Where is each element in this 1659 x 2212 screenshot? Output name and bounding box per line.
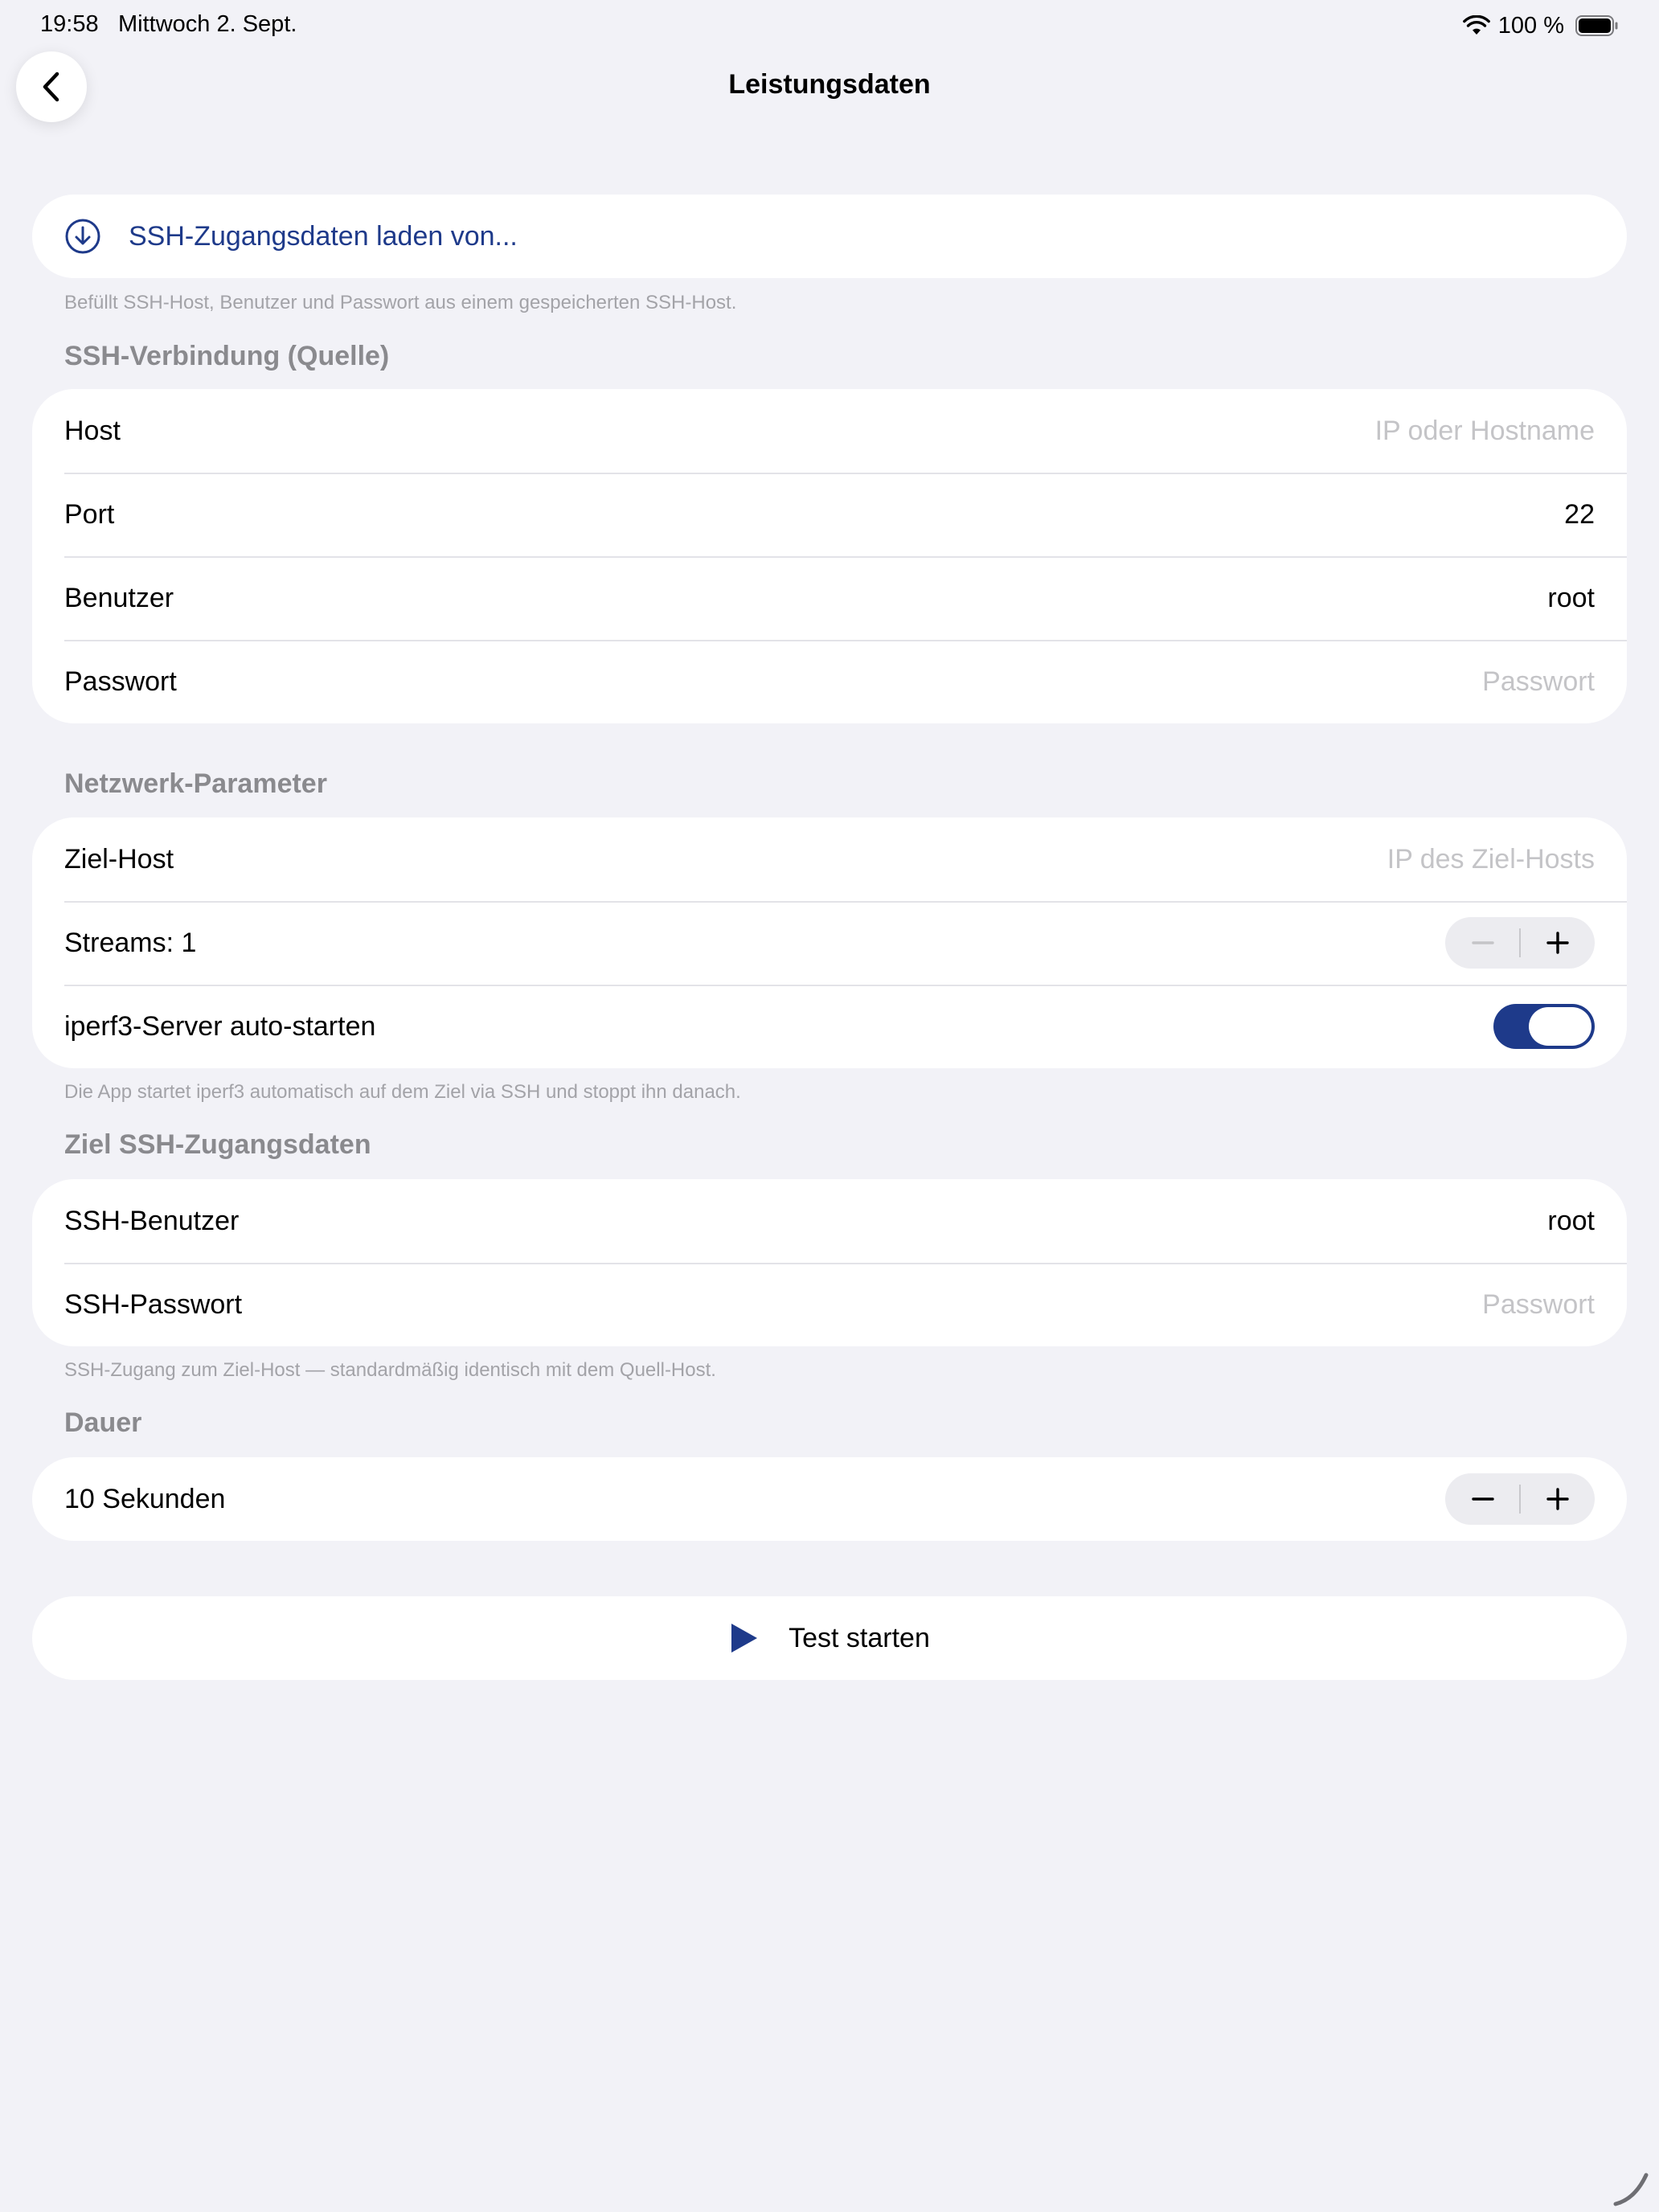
section-header-duration: Dauer	[64, 1407, 142, 1438]
duration-decrement-button[interactable]	[1445, 1473, 1520, 1525]
status-time: 19:58	[40, 11, 99, 37]
duration-card: 10 Sekunden	[32, 1457, 1627, 1541]
toggle-knob	[1529, 1007, 1591, 1046]
streams-decrement-button[interactable]	[1445, 917, 1520, 969]
network-footnote: Die App startet iperf3 automatisch auf d…	[64, 1081, 741, 1103]
streams-stepper[interactable]	[1445, 917, 1595, 969]
wifi-icon	[1462, 15, 1490, 35]
host-input[interactable]: IP oder Hostname	[1375, 416, 1595, 447]
stepper-divider	[1519, 1485, 1521, 1514]
plus-icon	[1546, 932, 1569, 954]
duration-row: 10 Sekunden	[32, 1457, 1627, 1541]
target-host-row[interactable]: Ziel-Host IP des Ziel-Hosts	[32, 817, 1627, 901]
password-input[interactable]: Passwort	[1482, 666, 1595, 698]
password-row[interactable]: Passwort Passwort	[32, 640, 1627, 723]
battery-percent: 100 %	[1497, 12, 1564, 39]
autostart-label: iperf3-Server auto-starten	[64, 1010, 376, 1042]
user-row[interactable]: Benutzer root	[32, 556, 1627, 640]
ssh-user-row[interactable]: SSH-Benutzer root	[32, 1179, 1627, 1263]
streams-row: Streams: 1	[32, 901, 1627, 985]
target-host-label: Ziel-Host	[64, 843, 174, 875]
password-label: Passwort	[64, 666, 177, 697]
resize-grip-icon[interactable]	[1611, 2167, 1653, 2209]
page: 19:58 Mittwoch 2. Sept. 100 % Leistungsd…	[0, 0, 1659, 2212]
section-header-network: Netzwerk-Parameter	[64, 768, 327, 799]
load-credentials-button[interactable]: SSH-Zugangsdaten laden von...	[32, 195, 1627, 278]
play-icon	[731, 1624, 758, 1653]
streams-increment-button[interactable]	[1520, 917, 1595, 969]
ssh-user-input[interactable]: root	[1547, 1206, 1595, 1237]
start-test-button[interactable]: Test starten	[32, 1596, 1627, 1680]
ssh-password-row[interactable]: SSH-Passwort Passwort	[32, 1263, 1627, 1346]
ssh-source-card: Host IP oder Hostname Port 22 Benutzer r…	[32, 389, 1627, 723]
target-ssh-card: SSH-Benutzer root SSH-Passwort Passwort	[32, 1179, 1627, 1346]
port-input[interactable]: 22	[1564, 499, 1595, 530]
minus-icon	[1471, 941, 1494, 944]
autostart-row: iperf3-Server auto-starten	[32, 985, 1627, 1068]
status-date: Mittwoch 2. Sept.	[118, 11, 297, 37]
duration-label: 10 Sekunden	[64, 1483, 226, 1514]
download-circle-icon	[65, 219, 100, 254]
ssh-user-label: SSH-Benutzer	[64, 1205, 240, 1236]
status-bar: 19:58 Mittwoch 2. Sept. 100 %	[0, 0, 1659, 51]
battery-icon	[1575, 15, 1618, 36]
page-title: Leistungsdaten	[728, 69, 931, 100]
duration-stepper[interactable]	[1445, 1473, 1595, 1525]
ssh-password-label: SSH-Passwort	[64, 1288, 243, 1320]
ssh-password-input[interactable]: Passwort	[1482, 1289, 1595, 1321]
host-label: Host	[64, 415, 121, 446]
network-card: Ziel-Host IP des Ziel-Hosts Streams: 1 i…	[32, 817, 1627, 1068]
section-header-ssh-source: SSH-Verbindung (Quelle)	[64, 341, 390, 371]
port-row[interactable]: Port 22	[32, 473, 1627, 556]
user-input[interactable]: root	[1547, 583, 1595, 614]
duration-increment-button[interactable]	[1520, 1473, 1595, 1525]
minus-icon	[1471, 1497, 1494, 1501]
user-label: Benutzer	[64, 582, 174, 613]
target-host-input[interactable]: IP des Ziel-Hosts	[1387, 844, 1595, 875]
autostart-toggle[interactable]	[1493, 1004, 1595, 1049]
host-row[interactable]: Host IP oder Hostname	[32, 389, 1627, 473]
streams-label: Streams: 1	[64, 927, 197, 958]
load-credentials-card: SSH-Zugangsdaten laden von...	[32, 195, 1627, 278]
target-ssh-footnote: SSH-Zugang zum Ziel-Host — standardmäßig…	[64, 1359, 716, 1381]
port-label: Port	[64, 498, 115, 530]
section-header-target-ssh: Ziel SSH-Zugangsdaten	[64, 1129, 371, 1160]
plus-icon	[1546, 1488, 1569, 1510]
status-indicators: 100 %	[1462, 11, 1619, 40]
stepper-divider	[1519, 928, 1521, 957]
load-footnote: Befüllt SSH-Host, Benutzer und Passwort …	[64, 292, 737, 313]
load-credentials-label: SSH-Zugangsdaten laden von...	[129, 220, 518, 252]
start-test-label: Test starten	[789, 1622, 930, 1653]
